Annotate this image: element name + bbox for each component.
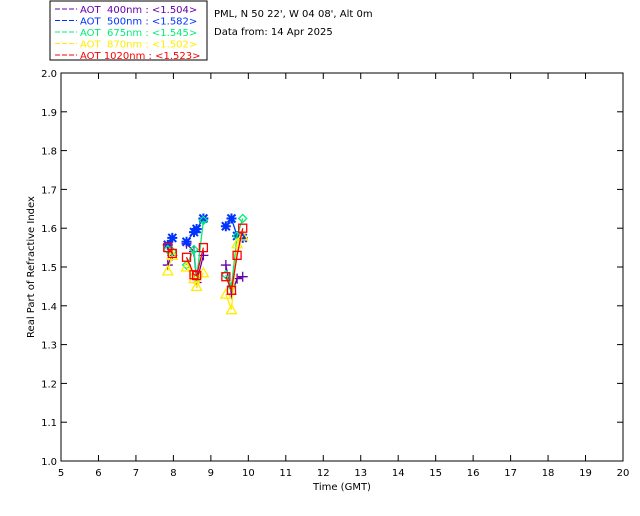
x-tick-label: 13 [354,468,367,479]
x-tick-label: 20 [617,468,630,479]
y-tick-label: 1.8 [41,147,57,158]
y-tick-label: 1.4 [41,302,57,313]
asterisk-marker [191,223,202,234]
y-tick-label: 1.2 [41,379,57,390]
y-tick-label: 1.5 [41,263,57,274]
x-tick-label: 6 [95,468,101,479]
chart: AOT 400nm : <1.504>AOT 500nm : <1.582>AO… [26,0,629,493]
legend-entry: AOT 1020nm : <1.523> [80,51,200,62]
asterisk-marker [226,213,237,224]
y-tick-label: 1.1 [41,418,57,429]
y-tick-label: 1.7 [41,185,57,196]
x-tick-label: 19 [579,468,592,479]
x-tick-label: 9 [208,468,214,479]
asterisk-marker [167,232,178,243]
x-axis-label: Time (GMT) [312,482,371,493]
x-tick-label: 7 [133,468,139,479]
legend-entry: AOT 400nm : <1.504> [80,5,197,16]
plus-marker [220,260,231,271]
x-tick-label: 8 [170,468,176,479]
asterisk-marker [220,221,231,232]
legend-entry: AOT 870nm : <1.502> [80,40,197,51]
header-site: PML, N 50 22', W 04 08', Alt 0m [214,9,373,20]
x-tick-label: 16 [467,468,480,479]
legend-entry: AOT 675nm : <1.545> [80,28,197,39]
y-tick-label: 2.0 [41,69,57,80]
x-tick-label: 5 [58,468,64,479]
plot-frame [60,72,624,462]
header-date: Data from: 14 Apr 2025 [214,27,333,38]
x-tick-label: 15 [429,468,442,479]
y-tick-label: 1.0 [41,457,57,468]
y-tick-label: 1.3 [41,341,57,352]
asterisk-marker [181,236,192,247]
axes: 5 6 7 8 9 10 11 12 13 14 15 16 17 18 19 20 1.0 1.1 1.2 1.3 1… [41,69,629,479]
plus-marker [237,271,248,282]
y-axis-label: Real Part of Refractive Index [26,196,37,338]
x-tick-label: 18 [542,468,555,479]
legend-entry: AOT 500nm : <1.582> [80,17,197,28]
x-tick-label: 11 [279,468,292,479]
x-tick-label: 10 [242,468,255,479]
y-tick-label: 1.9 [41,108,57,119]
x-tick-label: 17 [504,468,517,479]
data-marks [161,213,249,315]
x-tick-label: 12 [317,468,330,479]
y-tick-label: 1.6 [41,224,57,235]
x-tick-label: 14 [392,468,405,479]
